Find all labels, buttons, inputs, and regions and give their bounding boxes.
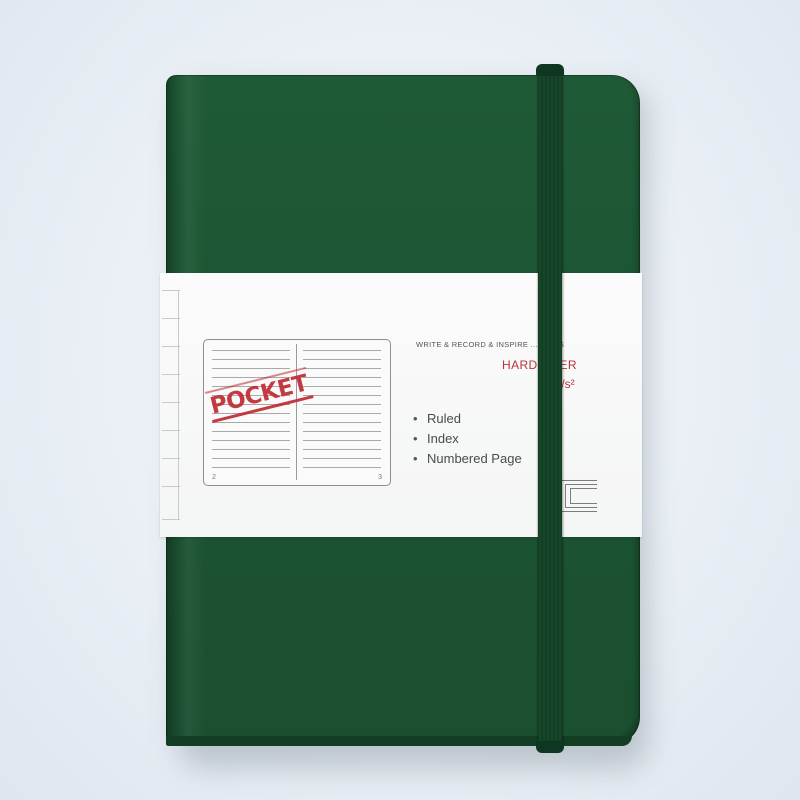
product-photo: 2 3 POCKET WRITE & RECORD & INSPIRE ... …	[0, 0, 800, 800]
elastic-top-wrap	[536, 64, 564, 76]
feature-item: • Numbered Page	[413, 451, 522, 466]
stacked-pages-icon	[560, 480, 600, 514]
feature-index: Index	[427, 431, 459, 446]
feature-list: • Ruled • Index • Numbered Page	[413, 409, 522, 469]
elastic-bottom-wrap	[536, 741, 564, 753]
feature-item: • Ruled	[413, 411, 461, 426]
index-tabs-graphic	[162, 290, 180, 520]
elastic-band	[538, 67, 562, 751]
feature-numbered-pages: Numbered Page	[427, 451, 522, 466]
feature-item: • Index	[413, 431, 459, 446]
right-page-number: 3	[378, 474, 382, 481]
left-page-number: 2	[212, 474, 216, 481]
illustration-spine	[296, 344, 297, 480]
feature-ruled: Ruled	[427, 411, 461, 426]
